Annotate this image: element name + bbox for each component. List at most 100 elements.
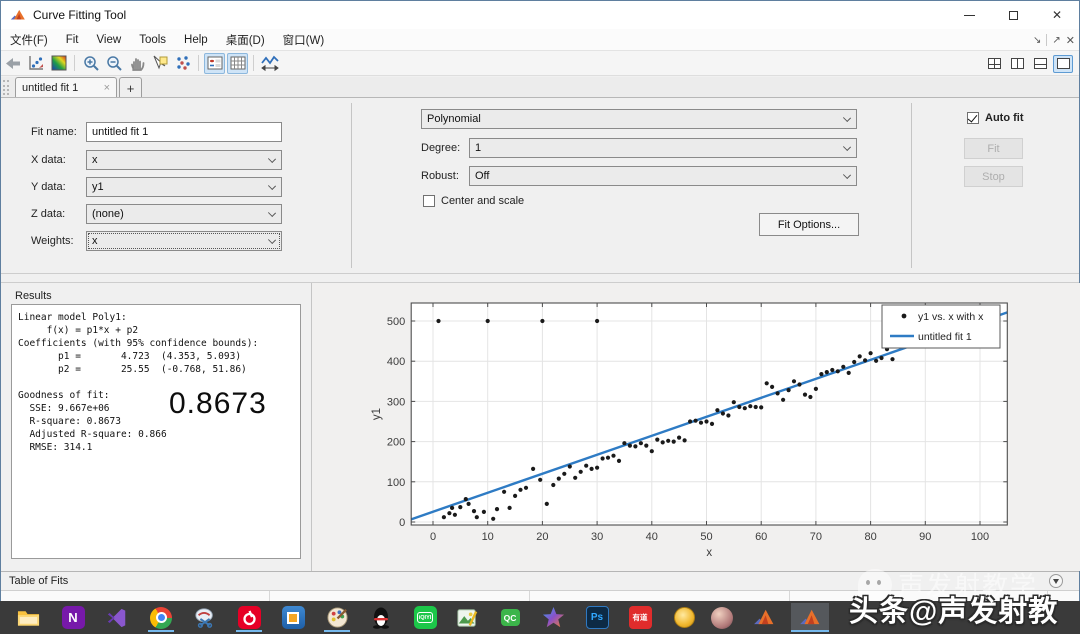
curve-fitting-tool-window: Curve Fitting Tool ✕ 文件(F) Fit View Tool…: [0, 0, 1080, 602]
taskbar-visual-studio-icon[interactable]: [98, 603, 136, 632]
taskbar-user-avatar-icon[interactable]: [703, 603, 741, 632]
undock-icon[interactable]: ↗: [1052, 35, 1060, 46]
taskbar-chrome-icon[interactable]: [142, 603, 180, 632]
fit-name-input[interactable]: untitled fit 1: [86, 122, 282, 142]
zoom-out-icon[interactable]: [103, 53, 124, 74]
layout-single-icon[interactable]: [1053, 54, 1073, 73]
maximize-button[interactable]: [991, 1, 1035, 29]
title-bar: Curve Fitting Tool ✕: [1, 1, 1079, 29]
colormap-icon[interactable]: [48, 53, 69, 74]
taskbar-qc-icon[interactable]: QC: [491, 603, 529, 632]
svg-text:20: 20: [536, 531, 548, 543]
taskbar-netease-music-icon[interactable]: [230, 603, 268, 632]
close-panel-icon[interactable]: ✕: [1066, 34, 1075, 47]
taskbar-coin-icon[interactable]: [665, 603, 703, 632]
tab-drag-handle[interactable]: [3, 80, 9, 95]
svg-text:50: 50: [700, 531, 712, 543]
fit-plot-panel[interactable]: 0 10 20 30 40 50 60 70 80 90 100 0 100 200 300 400 500 x y…: [312, 283, 1080, 571]
taskbar-file-explorer-icon[interactable]: [9, 603, 47, 632]
taskbar-snipping-tool-icon[interactable]: [186, 603, 224, 632]
chevron-down-icon: [842, 142, 852, 152]
menu-bar: 文件(F) Fit View Tools Help 桌面(D) 窗口(W): [1, 29, 1079, 51]
datatip-icon[interactable]: [149, 53, 170, 74]
weights-label: Weights:: [31, 235, 74, 247]
taskbar-photoshop-icon[interactable]: Ps: [578, 603, 616, 632]
taskbar-qq-icon[interactable]: [362, 603, 400, 632]
svg-text:90: 90: [919, 531, 931, 543]
taskbar-matlab-active-icon[interactable]: [791, 603, 829, 632]
taskbar-vmware-icon[interactable]: [274, 603, 312, 632]
taskbar-onenote-icon[interactable]: N: [54, 603, 92, 632]
results-text: Linear model Poly1: f(x) = p1*x + p2 Coe…: [18, 312, 259, 453]
dock-controls: ↘ ↗ ✕: [1033, 29, 1075, 51]
stop-button[interactable]: Stop: [964, 166, 1023, 187]
x-data-dropdown[interactable]: x: [86, 150, 282, 170]
menu-window[interactable]: 窗口(W): [274, 29, 334, 50]
zoom-in-icon[interactable]: [80, 53, 101, 74]
dock-icon[interactable]: ↘: [1033, 35, 1041, 46]
menu-fit[interactable]: Fit: [57, 29, 88, 50]
horizontal-splitter[interactable]: [1, 273, 1079, 283]
fit-options-button[interactable]: Fit Options...: [759, 213, 859, 236]
chevron-down-icon: [267, 181, 277, 191]
z-data-dropdown[interactable]: (none): [86, 204, 282, 224]
svg-text:100: 100: [971, 531, 989, 543]
close-button[interactable]: ✕: [1035, 1, 1079, 29]
rsquare-overlay-annotation: 0.8673: [169, 387, 267, 420]
center-and-scale-checkbox[interactable]: [423, 195, 435, 207]
svg-text:40: 40: [646, 531, 658, 543]
results-box[interactable]: Linear model Poly1: f(x) = p1*x + p2 Coe…: [11, 304, 301, 559]
weights-dropdown[interactable]: x: [86, 231, 282, 251]
tab-close-icon[interactable]: ×: [104, 82, 110, 94]
taskbar-tencent-video-icon[interactable]: [534, 603, 572, 632]
table-of-fits-bar[interactable]: Table of Fits: [1, 571, 1079, 590]
svg-text:100: 100: [387, 477, 405, 489]
layout-columns-icon[interactable]: [1007, 55, 1027, 73]
back-arrow-icon[interactable]: [2, 53, 23, 74]
grid-toggle-icon[interactable]: [227, 52, 248, 74]
degree-dropdown[interactable]: 1: [469, 138, 857, 158]
matlab-logo-icon: [10, 9, 25, 19]
taskbar-paint-icon[interactable]: [318, 603, 356, 632]
menu-help[interactable]: Help: [175, 29, 217, 50]
minimize-button[interactable]: [947, 1, 991, 29]
svg-text:untitled fit 1: untitled fit 1: [918, 331, 972, 343]
legend-toggle-icon[interactable]: [204, 52, 225, 74]
axes-fit-icon[interactable]: [259, 53, 280, 74]
menu-file[interactable]: 文件(F): [1, 29, 57, 50]
menu-view[interactable]: View: [87, 29, 130, 50]
table-filter-icon[interactable]: [1049, 574, 1063, 588]
chevron-down-icon: [267, 235, 277, 245]
screen: Curve Fitting Tool ✕ 文件(F) Fit View Tool…: [0, 0, 1080, 634]
taskbar-image-editor-icon[interactable]: [448, 603, 486, 632]
menu-desktop[interactable]: 桌面(D): [217, 29, 274, 50]
robust-dropdown[interactable]: Off: [469, 166, 857, 186]
layout-rows-icon[interactable]: [1030, 55, 1050, 73]
new-fit-tab-button[interactable]: +: [119, 77, 142, 98]
fit-type-dropdown[interactable]: Polynomial: [421, 109, 857, 129]
fit-button[interactable]: Fit: [964, 138, 1023, 159]
svg-text:400: 400: [387, 356, 405, 368]
menu-tools[interactable]: Tools: [130, 29, 175, 50]
svg-text:60: 60: [755, 531, 767, 543]
svg-text:y1: y1: [371, 408, 383, 420]
auto-fit-checkbox[interactable]: [967, 112, 979, 124]
taskbar-youdao-icon[interactable]: 有道: [621, 603, 659, 632]
y-data-dropdown[interactable]: y1: [86, 177, 282, 197]
plot-data-icon[interactable]: [25, 53, 46, 74]
taskbar-iqiyi-icon[interactable]: iQIYI: [406, 603, 444, 632]
tab-untitled-fit-1[interactable]: untitled fit 1 ×: [15, 77, 117, 98]
center-and-scale-label: Center and scale: [441, 195, 525, 207]
taskbar-matlab-icon[interactable]: [745, 603, 783, 632]
layout-grid-icon[interactable]: [984, 55, 1004, 73]
brush-data-icon[interactable]: [172, 53, 193, 74]
chevron-down-icon: [267, 154, 277, 164]
toolbar: [1, 51, 1079, 76]
pan-hand-icon[interactable]: [126, 53, 147, 74]
svg-text:300: 300: [387, 396, 405, 408]
fit-plot[interactable]: 0 10 20 30 40 50 60 70 80 90 100 0 100 200 300 400 500 x y…: [312, 283, 1080, 571]
chevron-down-icon: [842, 170, 852, 180]
svg-text:70: 70: [810, 531, 822, 543]
svg-text:80: 80: [864, 531, 876, 543]
table-of-fits-header: Table of Fits: [9, 575, 69, 587]
